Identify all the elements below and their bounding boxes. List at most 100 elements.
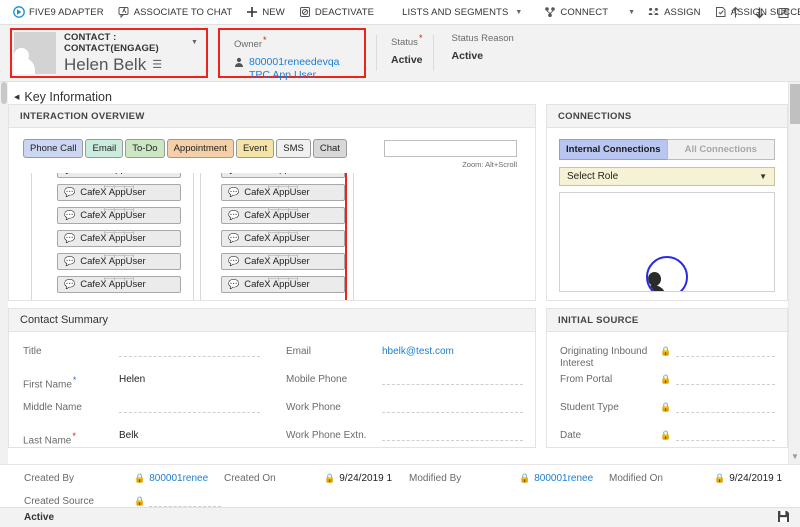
field-work-phone[interactable]: Work Phone <box>286 401 523 429</box>
field-value[interactable]: 800001renee <box>149 473 208 484</box>
field-from-portal[interactable]: From Portal 🔒 <box>560 373 775 401</box>
save-icon[interactable] <box>777 510 790 526</box>
header-field-status: Status* Active <box>377 25 433 81</box>
record-identity-block[interactable]: CONTACT : CONTACT(ENGAGE) ▼ Helen Belk ☰ <box>10 28 208 78</box>
owner-value[interactable]: 800001reneedevqa TPC App User <box>249 56 354 82</box>
header-field-label: Status* <box>391 33 423 48</box>
lock-icon: 🔒 <box>714 473 726 483</box>
footer-field-modified-on[interactable]: Modified On 🔒 9/24/2019 1 <box>609 472 799 484</box>
command-bar-right-actions <box>724 0 794 25</box>
command-new[interactable]: NEW <box>239 0 291 25</box>
plus-icon <box>246 6 258 18</box>
collapse-triangle-icon: ◀ <box>14 94 20 101</box>
key-information-label: Key Information <box>24 90 112 104</box>
chart-node[interactable]: 💬 CafeX AppUser <box>57 173 181 178</box>
chat-bubble-icon: 💬 <box>228 256 240 266</box>
chart-connector <box>104 184 134 190</box>
pop-out-icon[interactable] <box>772 0 794 25</box>
lock-icon: 🔒 <box>134 473 146 483</box>
command-label: LISTS AND SEGMENTS <box>402 6 509 18</box>
field-middle-name[interactable]: Middle Name <box>23 401 260 429</box>
footer-field-created-by[interactable]: Created By 🔒 800001renee <box>24 472 224 484</box>
chat-link-icon <box>118 6 130 18</box>
field-mobile-phone[interactable]: Mobile Phone <box>286 373 523 401</box>
record-menu-icon[interactable]: ☰ <box>152 58 162 71</box>
contact-summary-card: Contact Summary Title First Name* Helen … <box>8 308 536 448</box>
field-label: Mobile Phone <box>286 374 348 385</box>
command-associate-to-chat[interactable]: ASSOCIATE TO CHAT <box>111 0 240 25</box>
chevron-down-icon: ▼ <box>759 172 767 181</box>
field-student-type[interactable]: Student Type 🔒 <box>560 401 775 429</box>
connections-card: CONNECTIONS Internal Connections All Con… <box>546 104 788 301</box>
tab-internal-connections[interactable]: Internal Connections <box>559 139 667 160</box>
field-first-name[interactable]: First Name* Helen <box>23 373 260 401</box>
scrollbar-thumb[interactable] <box>790 84 800 124</box>
filter-chip-email[interactable]: Email <box>85 139 124 158</box>
command-connect[interactable]: CONNECT <box>537 0 615 25</box>
assign-icon <box>648 6 660 18</box>
filter-chip-phone-call[interactable]: Phone Call <box>23 139 84 158</box>
empty-field-dots <box>382 430 523 441</box>
lock-icon: 🔒 <box>324 473 336 483</box>
record-header: CONTACT : CONTACT(ENGAGE) ▼ Helen Belk ☰… <box>0 25 800 82</box>
connections-canvas[interactable] <box>559 192 775 292</box>
chart-node[interactable]: 💬 CafeX AppUser <box>221 173 345 178</box>
interaction-chart[interactable]: 💬 CafeX AppUser 💬 CafeX AppUser 💬 CafeX App… <box>23 173 525 300</box>
lock-icon: 🔒 <box>134 496 146 506</box>
filter-chip-to-do[interactable]: To-Do <box>125 139 165 158</box>
interaction-filter-chips: Phone Call Email To-Do Appointment Event… <box>9 128 535 158</box>
command-five9-adapter[interactable]: FIVE9 ADAPTER <box>6 0 111 25</box>
application-window: FIVE9 ADAPTER ASSOCIATE TO CHAT NEW DEAC… <box>0 0 800 527</box>
connections-tabs: Internal Connections All Connections <box>559 139 775 160</box>
field-work-phone-extn[interactable]: Work Phone Extn. <box>286 429 523 447</box>
tab-all-connections[interactable]: All Connections <box>666 139 775 160</box>
field-label: First Name <box>23 379 72 391</box>
footer-field-created-on[interactable]: Created On 🔒 9/24/2019 1 <box>224 472 409 484</box>
footer-field-modified-by[interactable]: Modified By 🔒 800001renee <box>409 472 609 484</box>
chat-bubble-icon: 💬 <box>228 279 240 289</box>
filter-chip-event[interactable]: Event <box>235 139 275 158</box>
down-arrow-icon[interactable] <box>748 0 770 25</box>
header-field-owner[interactable]: Owner* 800001reneedevqa TPC App User <box>218 28 366 81</box>
command-lists-and-segments[interactable]: LISTS AND SEGMENTS ▼ <box>395 0 529 25</box>
command-connect-dropdown[interactable]: ▼ <box>619 0 641 25</box>
field-originating-inbound-interest[interactable]: Originating Inbound Interest 🔒 <box>560 345 775 373</box>
record-type-selector[interactable]: CONTACT : CONTACT(ENGAGE) ▼ <box>64 32 198 54</box>
field-date[interactable]: Date 🔒 <box>560 429 775 447</box>
filter-chip-chat[interactable]: Chat <box>312 139 347 158</box>
search-input[interactable] <box>384 140 517 157</box>
filter-chip-sms[interactable]: SMS <box>276 139 311 158</box>
lock-icon: 🔒 <box>519 473 531 483</box>
chart-canvas[interactable]: 💬 CafeX AppUser 💬 CafeX AppUser 💬 CafeX App… <box>23 173 525 300</box>
command-label: CONNECT <box>560 6 609 18</box>
select-role-dropdown[interactable]: Select Role ▼ <box>559 167 775 186</box>
section-key-information[interactable]: ◀ Key Information <box>0 82 800 106</box>
empty-field-dots <box>676 374 775 385</box>
field-value[interactable]: 800001renee <box>534 473 593 484</box>
contact-summary-right-column: Email hbelk@test.com Mobile Phone Work P… <box>272 345 535 447</box>
command-assign[interactable]: ASSIGN <box>641 0 708 25</box>
chart-gridline <box>200 173 201 300</box>
connections-body: Internal Connections All Connections Sel… <box>547 128 787 300</box>
chart-connector <box>104 207 134 213</box>
command-deactivate[interactable]: DEACTIVATE <box>292 0 381 25</box>
field-label: Created On <box>224 473 276 484</box>
left-scrollbar[interactable] <box>0 82 8 464</box>
scroll-down-icon[interactable]: ▼ <box>791 452 799 461</box>
field-value[interactable]: hbelk@test.com <box>382 346 454 357</box>
up-arrow-icon[interactable] <box>724 0 746 25</box>
chart-lane-2: 💬 CafeX AppUser 💬 CafeX AppUser 💬 CafeX App… <box>221 173 345 299</box>
field-email[interactable]: Email hbelk@test.com <box>286 345 523 373</box>
footer-field-created-source[interactable]: Created Source 🔒 <box>24 495 229 507</box>
interaction-overview-body: Phone Call Email To-Do Appointment Event… <box>9 128 535 300</box>
connection-node-avatar[interactable] <box>646 256 688 291</box>
chat-bubble-icon: 💬 <box>64 173 75 175</box>
empty-field-dots <box>119 402 260 413</box>
required-indicator: * <box>72 431 76 441</box>
filter-chip-appointment[interactable]: Appointment <box>166 139 234 158</box>
scrollbar-thumb[interactable] <box>1 82 7 104</box>
chart-connector <box>104 253 134 259</box>
field-title[interactable]: Title <box>23 345 260 373</box>
field-last-name[interactable]: Last Name* Belk <box>23 429 260 447</box>
right-scrollbar[interactable]: ▼ <box>788 82 800 464</box>
